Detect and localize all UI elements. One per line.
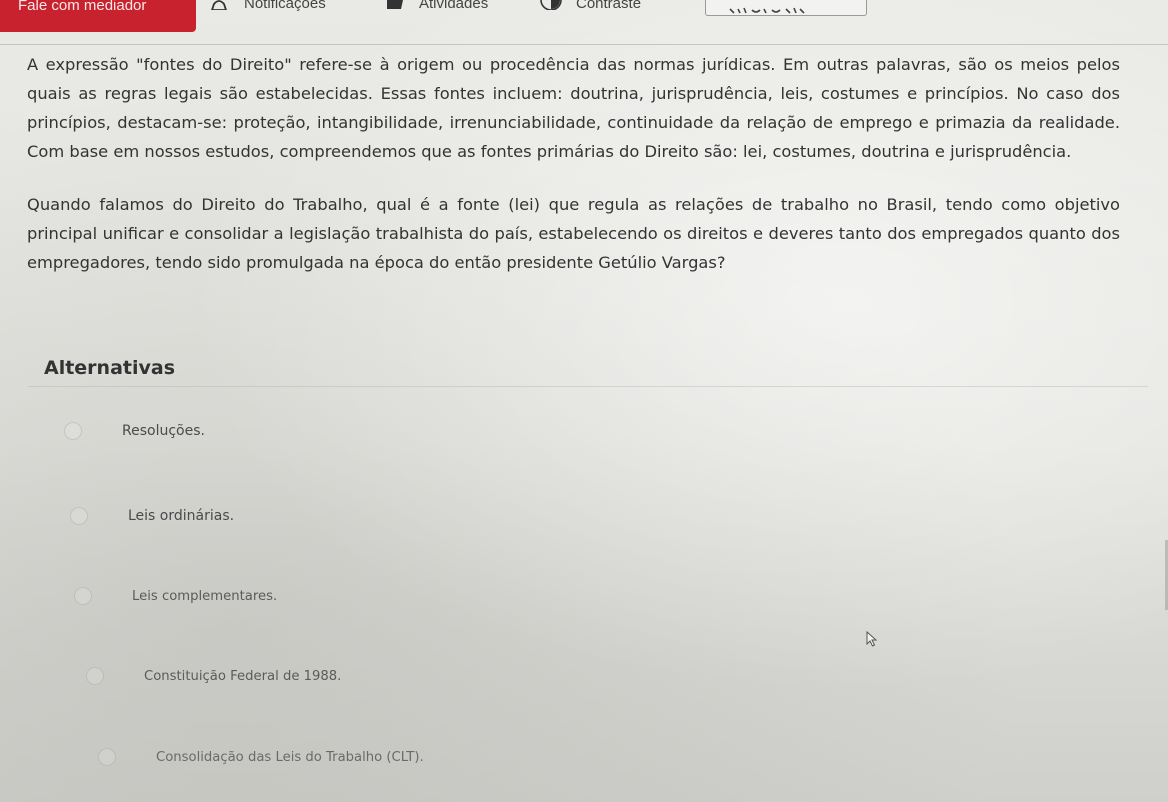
top-toolbar: Fale com mediador Notificações Atividade… — [0, 0, 1168, 32]
contact-mediator-button[interactable]: Fale com mediador — [0, 0, 196, 32]
alternatives-title: Alternativas — [44, 357, 176, 379]
radio-button-a[interactable] — [64, 422, 82, 440]
alternative-option-a[interactable]: Resoluções. — [64, 422, 205, 440]
mouse-cursor-icon — [866, 630, 878, 651]
toolbar-divider — [0, 44, 1168, 45]
alternative-label-c: Leis complementares. — [132, 588, 278, 604]
contrast-icon — [540, 0, 562, 10]
alternative-label-b: Leis ordinárias. — [128, 508, 235, 524]
question-paragraph-2: Quando falamos do Direito do Trabalho, q… — [27, 195, 1120, 272]
audio-player-icon — [728, 0, 808, 19]
alternative-option-e[interactable]: Consolidação das Leis do Trabalho (CLT). — [98, 748, 424, 766]
radio-button-c[interactable] — [74, 587, 92, 605]
question-paragraph-1: A expressão "fontes do Direito" refere-s… — [27, 55, 1120, 161]
alternatives-section: Alternativas Resoluções. Leis ordinárias… — [28, 354, 1148, 766]
notifications-label: Notificações — [244, 0, 326, 12]
activities-icon — [385, 0, 405, 10]
page: Fale com mediador Notificações Atividade… — [0, 0, 1168, 802]
audio-player[interactable] — [705, 0, 867, 16]
alternative-label-a: Resoluções. — [122, 423, 205, 439]
activities-button[interactable]: Atividades — [385, 0, 488, 14]
alternative-option-c[interactable]: Leis complementares. — [74, 587, 277, 605]
contrast-button[interactable]: Contraste — [540, 0, 641, 14]
activities-label: Atividades — [419, 0, 489, 12]
alternative-option-d[interactable]: Constituição Federal de 1988. — [86, 667, 341, 685]
alternatives-divider — [28, 386, 1148, 387]
question-body: A expressão "fontes do Direito" refere-s… — [27, 50, 1120, 277]
radio-button-e[interactable] — [98, 748, 116, 766]
radio-button-d[interactable] — [86, 667, 104, 685]
alternative-label-d: Constituição Federal de 1988. — [144, 668, 342, 684]
bell-icon — [208, 0, 230, 10]
alternative-option-b[interactable]: Leis ordinárias. — [70, 507, 234, 525]
alternative-label-e: Consolidação das Leis do Trabalho (CLT). — [156, 749, 424, 765]
radio-button-b[interactable] — [70, 507, 88, 525]
contact-mediator-label: Fale com mediador — [18, 0, 147, 14]
contrast-label: Contraste — [576, 0, 642, 12]
notifications-button[interactable]: Notificações — [208, 0, 326, 14]
